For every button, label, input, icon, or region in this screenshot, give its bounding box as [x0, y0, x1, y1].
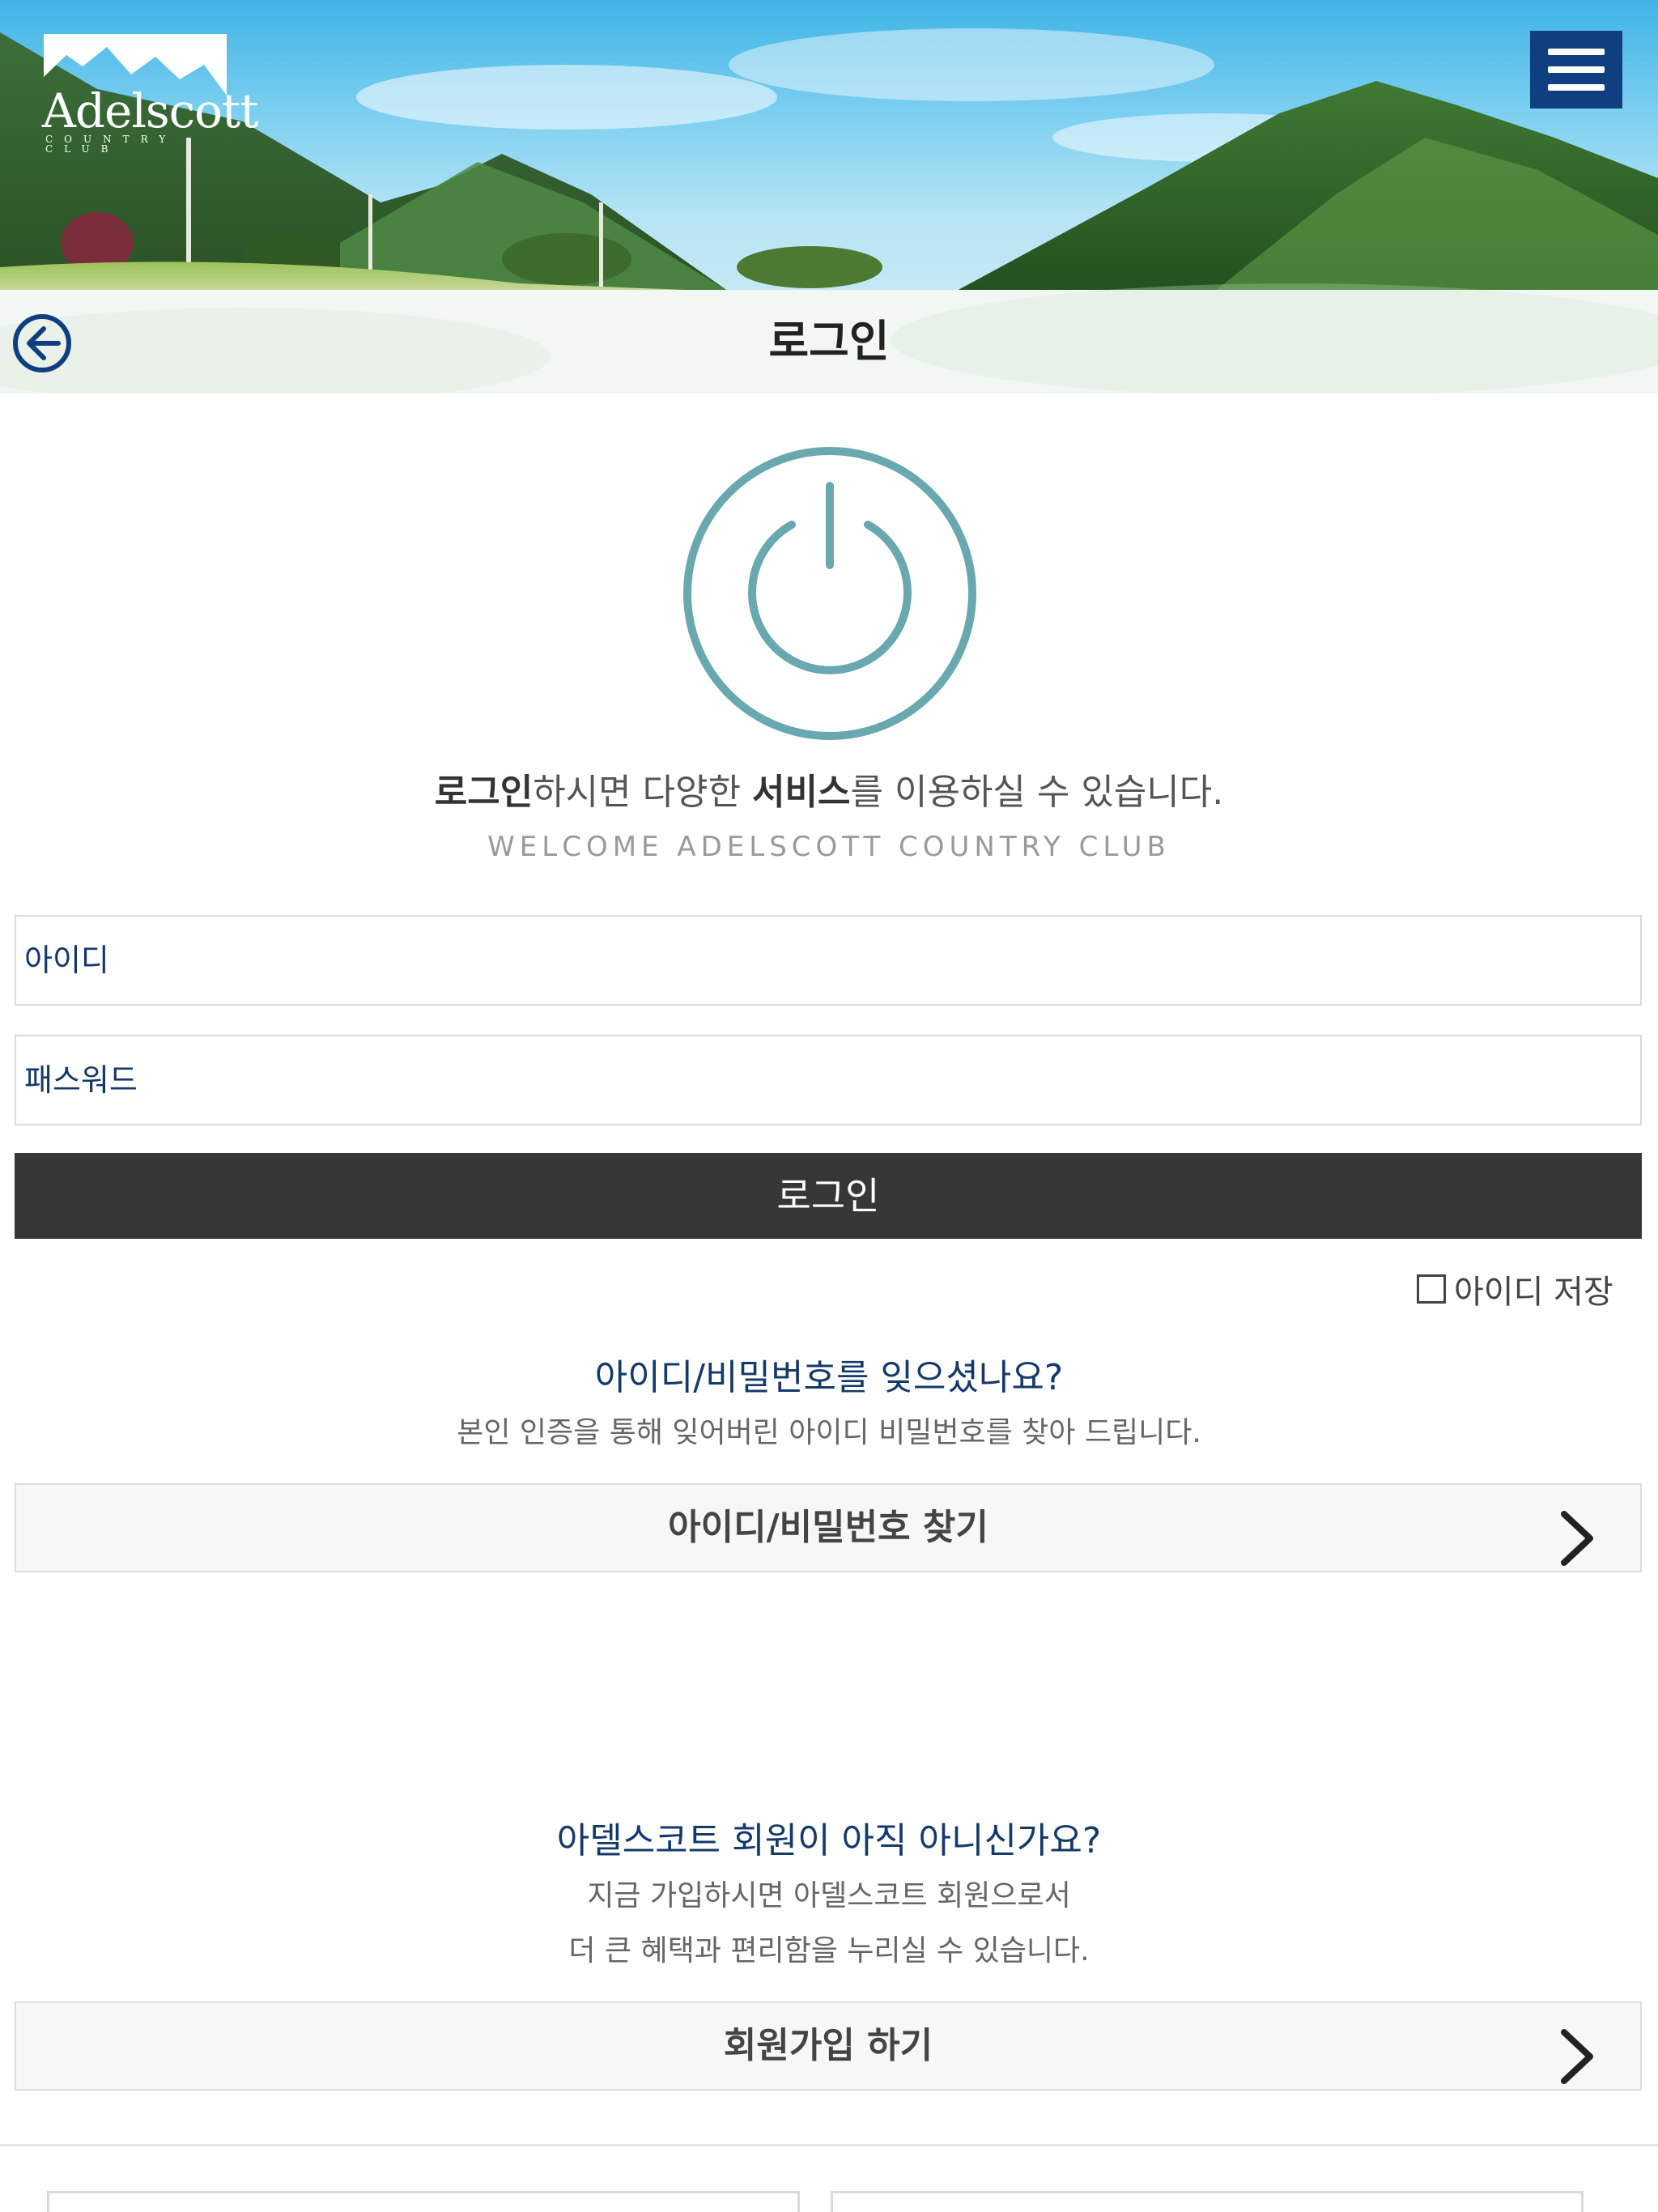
save-id-toggle[interactable]: 아이디 저장 [1417, 1268, 1613, 1311]
menu-icon-bar [1548, 84, 1605, 91]
menu-icon-bar [1548, 66, 1605, 73]
join-title: 아델스코트 회원이 아직 아니신가요? [556, 1820, 1102, 1861]
menu-icon [1548, 49, 1605, 55]
power-icon [683, 447, 976, 740]
signup-button[interactable]: 회원가입 하기 [15, 2001, 1642, 2091]
password-input[interactable] [15, 1035, 1642, 1125]
chevron-right-icon [1561, 2029, 1593, 2084]
save-id-checkbox[interactable] [1417, 1274, 1446, 1304]
intro-text-2: 를 이용하실 수 있습니다. [850, 772, 1224, 813]
intro-bold-service: 서비스 [752, 772, 851, 813]
footer-divider [0, 2144, 1658, 2146]
page-title: 로그인 [768, 316, 890, 367]
logo-subtitle: COUNTRY CLUB [45, 134, 177, 155]
intro-bold-login: 로그인 [434, 772, 534, 813]
find-button-label: 아이디/비밀번호 찾기 [668, 1507, 988, 1548]
footer-card-left[interactable] [47, 2191, 800, 2212]
chevron-right-icon [1561, 1511, 1593, 1566]
footer-card-right[interactable] [831, 2191, 1584, 2212]
join-description-1: 지금 가입하시면 아델스코트 회원으로서 [587, 1879, 1071, 1912]
intro-text-1: 하시면 다양한 [533, 772, 753, 813]
find-title: 아이디/비밀번호를 잊으셨나요? [594, 1357, 1064, 1398]
login-button[interactable]: 로그인 [15, 1153, 1642, 1239]
logo[interactable]: Adelscott COUNTRY CLUB [42, 32, 259, 154]
find-description: 본인 인증을 통해 잊어버린 아이디 비밀번호를 찾아 드립니다. [457, 1416, 1201, 1449]
id-input[interactable] [15, 915, 1642, 1006]
logo-text: Adelscott [42, 83, 259, 138]
signup-button-label: 회원가입 하기 [723, 2025, 933, 2066]
find-id-password-button[interactable]: 아이디/비밀번호 찾기 [15, 1483, 1642, 1572]
menu-button[interactable] [1530, 31, 1622, 108]
save-id-label: 아이디 저장 [1454, 1274, 1613, 1311]
join-description-2: 더 큰 혜택과 편리함을 누리실 수 있습니다. [568, 1934, 1090, 1967]
login-intro-text: 로그인하시면 다양한 서비스를 이용하실 수 있습니다. [0, 764, 1658, 821]
welcome-text: WELCOME ADELSCOTT COUNTRY CLUB [487, 831, 1171, 863]
